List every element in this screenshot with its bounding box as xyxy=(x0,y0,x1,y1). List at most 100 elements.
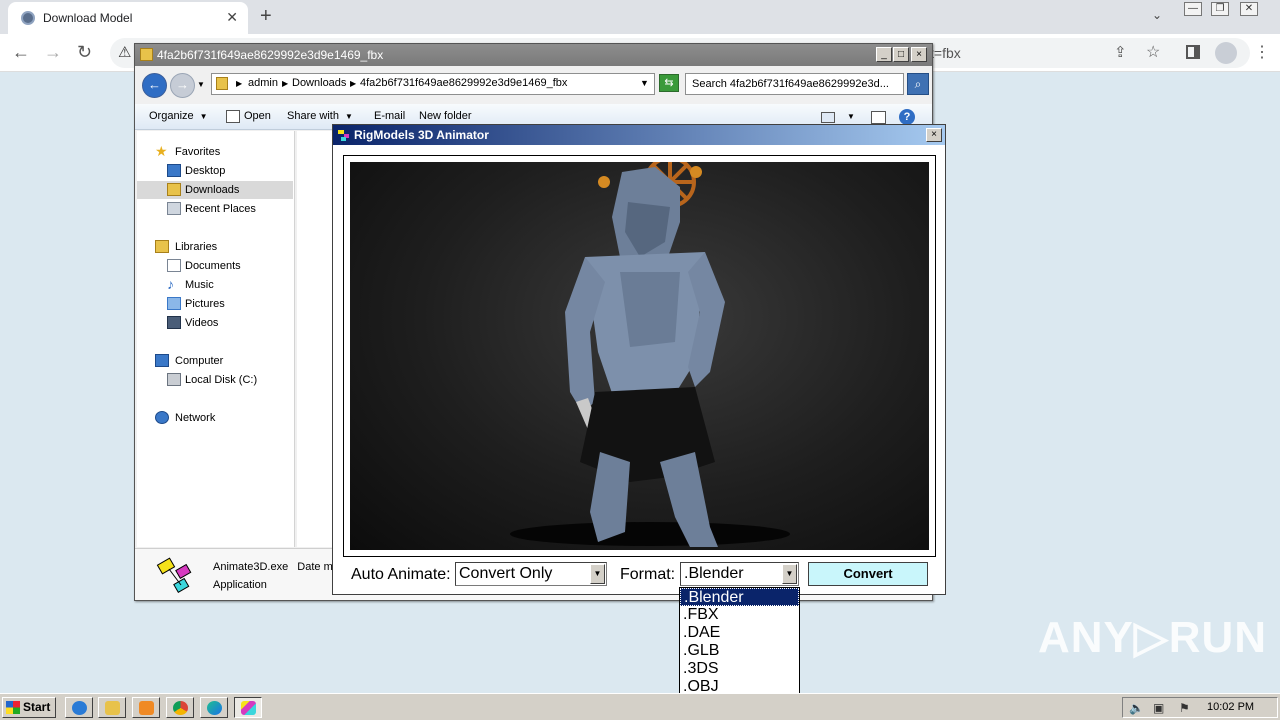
start-button[interactable]: Start xyxy=(2,697,56,718)
libraries-icon xyxy=(155,240,169,253)
refresh-icon[interactable]: ⇆ xyxy=(659,74,679,92)
nav-desktop[interactable]: Desktop xyxy=(137,162,293,180)
tab-title: Download Model xyxy=(43,11,133,25)
taskbar-media-player[interactable] xyxy=(132,697,160,718)
nav-recent-label: Recent Places xyxy=(185,203,256,215)
format-option-fbx[interactable]: .FBX xyxy=(680,606,799,624)
warning-icon[interactable]: ⚠ xyxy=(118,43,131,61)
details-file-type: Application xyxy=(213,579,267,591)
tab-close-icon[interactable]: ✕ xyxy=(226,9,238,26)
format-select[interactable]: .Blender ▼ xyxy=(680,562,799,586)
chevron-down-icon[interactable]: ▼ xyxy=(782,564,797,584)
model-viewport[interactable] xyxy=(350,162,929,550)
downloads-folder-icon xyxy=(167,183,181,196)
explorer-minimize-button[interactable]: _ xyxy=(876,47,892,62)
animator-icon xyxy=(241,701,256,715)
new-folder-button[interactable]: New folder xyxy=(419,110,472,122)
taskbar-chrome[interactable] xyxy=(166,697,194,718)
search-icon[interactable]: ⌕ xyxy=(907,73,929,95)
breadcrumb-admin[interactable]: admin xyxy=(248,77,278,89)
browser-tab[interactable]: Download Model ✕ xyxy=(8,2,248,34)
reload-icon[interactable]: ↻ xyxy=(77,42,92,63)
documents-icon xyxy=(167,259,181,272)
explorer-search-input[interactable]: Search 4fa2b6f731f649ae8629992e3d... xyxy=(685,73,904,95)
forward-arrow-icon[interactable]: → xyxy=(44,42,62,63)
breadcrumb-sep-icon[interactable]: ▶ xyxy=(350,79,356,88)
window-close-button[interactable]: ✕ xyxy=(1240,2,1258,16)
taskbar-ie[interactable] xyxy=(65,697,93,718)
nav-videos-label: Videos xyxy=(185,317,219,329)
share-icon[interactable]: ⇪ xyxy=(1114,43,1127,61)
url-fragment: t=fbx xyxy=(930,45,961,61)
format-option-blender[interactable]: .Blender xyxy=(680,588,799,606)
dialog-titlebar[interactable]: RigModels 3D Animator × xyxy=(333,125,945,145)
email-button[interactable]: E-mail xyxy=(374,110,405,122)
format-option-3ds[interactable]: .3DS xyxy=(680,660,799,678)
new-tab-button[interactable]: + xyxy=(260,5,272,28)
character-model-render xyxy=(510,162,790,547)
dialog-close-button[interactable]: × xyxy=(926,128,942,142)
format-dropdown-list: .Blender .FBX .DAE .GLB .3DS .OBJ xyxy=(679,587,800,697)
organize-menu[interactable]: Organize ▼ xyxy=(149,110,208,122)
nav-favorites[interactable]: ★ Favorites xyxy=(137,143,293,161)
nav-music[interactable]: ♪ Music xyxy=(137,276,293,294)
restore-button[interactable]: ❐ xyxy=(1211,2,1229,16)
rigmodels-dialog: RigModels 3D Animator × Auto Animate: Co… xyxy=(332,124,946,595)
taskbar-explorer[interactable] xyxy=(98,697,126,718)
auto-animate-select[interactable]: Convert Only ▼ xyxy=(455,562,607,586)
nav-computer[interactable]: Computer xyxy=(137,352,293,370)
breadcrumb-sep-icon[interactable]: ▶ xyxy=(236,79,242,88)
breadcrumb-downloads[interactable]: Downloads xyxy=(292,77,346,89)
view-dropdown-icon[interactable]: ▼ xyxy=(847,112,855,121)
explorer-close-button[interactable]: × xyxy=(911,47,927,62)
model-viewport-frame xyxy=(343,155,936,557)
menu-dots-icon[interactable]: ⋮ xyxy=(1254,42,1270,62)
open-button[interactable]: Open xyxy=(244,110,271,122)
view-icon[interactable] xyxy=(821,112,835,123)
explorer-back-button[interactable]: ← xyxy=(142,73,167,98)
convert-button[interactable]: Convert xyxy=(808,562,928,586)
nav-desktop-label: Desktop xyxy=(185,165,226,177)
nav-videos[interactable]: Videos xyxy=(137,314,293,332)
folder-icon xyxy=(140,48,153,61)
minimize-button[interactable]: — xyxy=(1184,2,1202,16)
format-value: .Blender xyxy=(684,565,744,582)
edge-icon xyxy=(207,701,222,715)
details-name: Animate3D.exe xyxy=(213,561,289,573)
share-with-menu[interactable]: Share with ▼ xyxy=(287,110,353,122)
action-center-flag-icon[interactable]: ⚑ xyxy=(1179,701,1190,715)
breadcrumb-sep-icon[interactable]: ▶ xyxy=(282,79,288,88)
nav-pictures[interactable]: Pictures xyxy=(137,295,293,313)
profile-avatar[interactable] xyxy=(1215,42,1237,64)
taskbar-animator[interactable] xyxy=(234,697,262,718)
clock[interactable]: 10:02 PM xyxy=(1207,701,1254,713)
breadcrumb-folder[interactable]: 4fa2b6f731f649ae8629992e3d9e1469_fbx xyxy=(360,77,567,89)
preview-pane-icon[interactable] xyxy=(871,111,886,124)
taskbar-edge[interactable] xyxy=(200,697,228,718)
dialog-title: RigModels 3D Animator xyxy=(354,128,489,142)
explorer-maximize-button[interactable]: □ xyxy=(893,47,909,62)
nav-libraries[interactable]: Libraries xyxy=(137,238,293,256)
format-option-glb[interactable]: .GLB xyxy=(680,642,799,660)
volume-icon[interactable]: 🔈 xyxy=(1129,701,1144,715)
nav-network[interactable]: Network xyxy=(137,409,293,427)
chevron-down-icon[interactable]: ▼ xyxy=(590,564,605,584)
tab-search-icon[interactable]: ⌄ xyxy=(1152,8,1162,22)
network-tray-icon[interactable]: ▣ xyxy=(1153,701,1164,715)
explorer-titlebar[interactable]: 4fa2b6f731f649ae8629992e3d9e1469_fbx _ □… xyxy=(135,44,932,66)
help-icon[interactable]: ? xyxy=(899,109,915,125)
history-dropdown-icon[interactable]: ▼ xyxy=(197,80,205,89)
system-tray: 🔈 ▣ ⚑ 10:02 PM xyxy=(1122,697,1278,718)
format-option-dae[interactable]: .DAE xyxy=(680,624,799,642)
explorer-forward-button[interactable]: → xyxy=(170,73,195,98)
address-dropdown-icon[interactable]: ▼ xyxy=(640,78,649,88)
nav-local-disk[interactable]: Local Disk (C:) xyxy=(137,371,293,389)
back-arrow-icon[interactable]: ← xyxy=(12,42,30,63)
application-icon xyxy=(156,557,192,594)
bookmark-star-icon[interactable]: ☆ xyxy=(1146,42,1160,62)
nav-recent-places[interactable]: Recent Places xyxy=(137,200,293,218)
nav-documents[interactable]: Documents xyxy=(137,257,293,275)
explorer-address-bar[interactable]: ▶ admin ▶ Downloads ▶ 4fa2b6f731f649ae86… xyxy=(211,73,655,95)
side-panel-icon[interactable] xyxy=(1186,45,1200,59)
nav-downloads[interactable]: Downloads xyxy=(137,181,293,199)
